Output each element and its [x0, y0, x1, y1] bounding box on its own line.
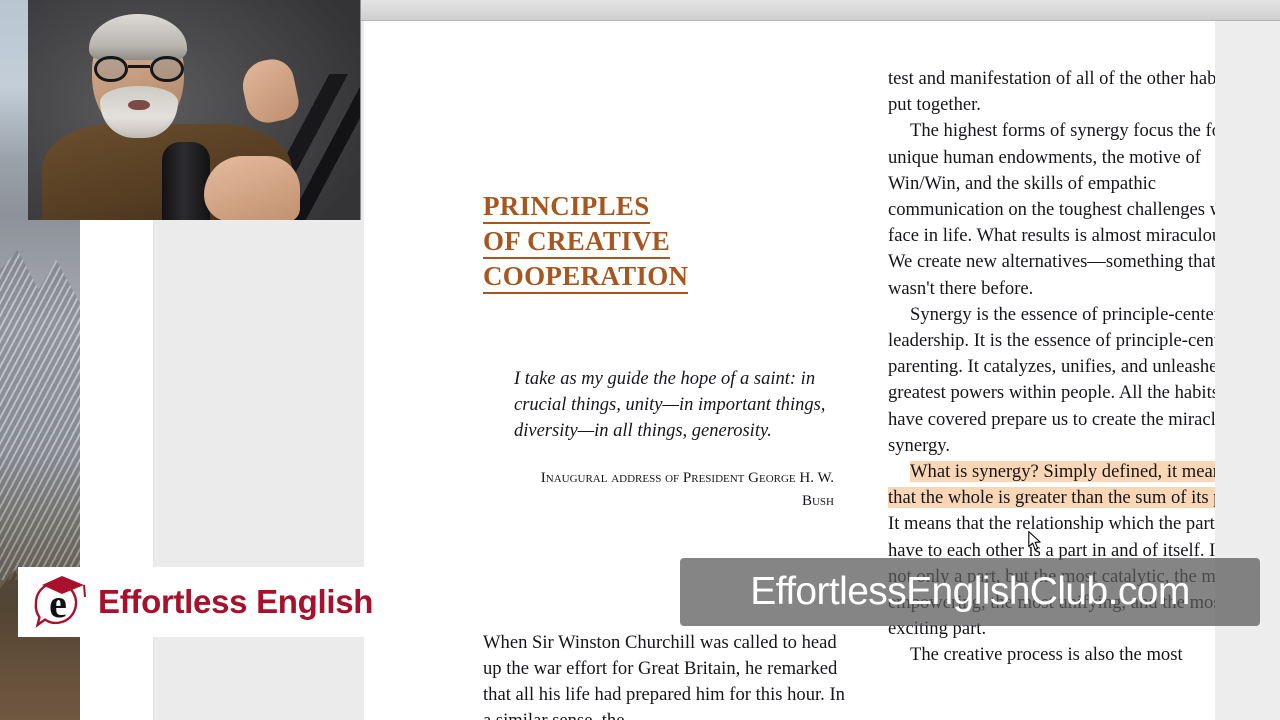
pull-quote-attribution: Inaugural address of President George H.…: [540, 469, 834, 509]
site-watermark: EffortlessEnglishClub.com: [680, 558, 1260, 626]
watermark-text: EffortlessEnglishClub.com: [750, 570, 1190, 613]
wallpaper-mountain: [0, 250, 80, 580]
graduation-cap-e-icon: e: [34, 576, 86, 628]
glasses-right-lens: [150, 56, 184, 82]
left-column-paragraph: When Sir Winston Churchill was called to…: [483, 631, 845, 720]
pull-quote: I take as my guide the hope of a saint: …: [514, 369, 826, 442]
effortless-english-logo-icon: e: [28, 573, 90, 631]
right-paragraph-2: The highest forms of synergy focus the f…: [888, 120, 1237, 299]
webcam-speaker-lower-hand: [204, 156, 300, 220]
webcam-microphone: [162, 142, 210, 220]
webcam-speaker-glasses: [94, 56, 184, 82]
brand-name-text: Effortless English: [98, 583, 374, 620]
document-title: PRINCIPLES OF CREATIVE COOPERATION: [483, 189, 851, 294]
screen-capture: PRINCIPLES OF CREATIVE COOPERATION I take …: [0, 0, 1280, 720]
glasses-bridge: [128, 65, 150, 68]
document-title-line-1: PRINCIPLES: [483, 191, 650, 224]
right-paragraph-5: The creative process is also the most: [910, 644, 1183, 666]
right-paragraph-1: test and manifestation of all of the oth…: [888, 68, 1234, 116]
document-title-line-2: OF CREATIVE: [483, 226, 671, 259]
webcam-speaker-mouth: [128, 100, 150, 110]
right-paragraph-3: Synergy is the essence of principle-cent…: [888, 303, 1252, 456]
brand-logo-bug: e Effortless English: [18, 567, 374, 637]
glasses-left-lens: [94, 56, 128, 82]
webcam-overlay: [28, 0, 361, 220]
document-title-line-3: COOPERATION: [483, 261, 689, 294]
highlighted-sentence: What is synergy? Simply defined, it mean…: [888, 461, 1255, 509]
